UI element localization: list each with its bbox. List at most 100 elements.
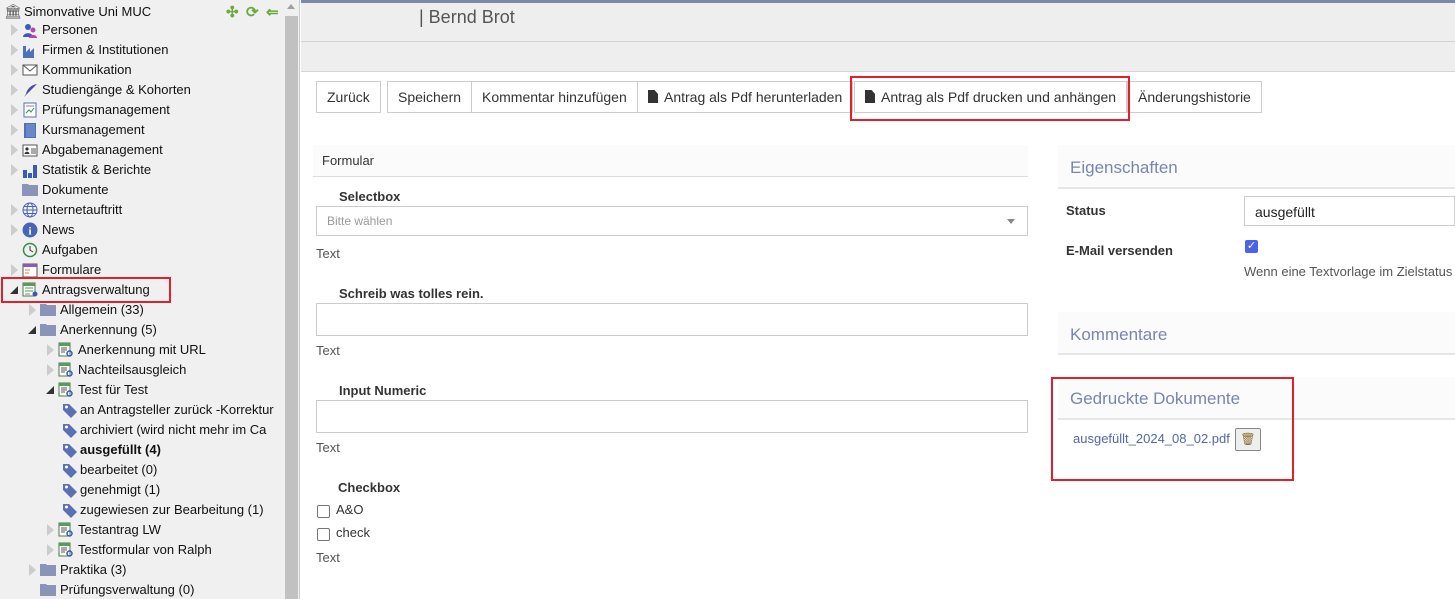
exam-icon	[22, 102, 38, 118]
tree-item-label: Praktika (3)	[60, 562, 127, 577]
id-card-icon	[22, 142, 38, 158]
tree-item[interactable]: Anerkennung mit URL	[0, 340, 285, 360]
tree-item[interactable]: zugewiesen zur Bearbeitung (1)	[0, 500, 285, 520]
tree-item-label: Antragsverwaltung	[42, 282, 150, 297]
tree-item[interactable]: Firmen & Institutionen	[0, 40, 285, 60]
collapsed-toggle-icon[interactable]	[46, 540, 56, 560]
history-button[interactable]: Änderungshistorie	[1127, 81, 1262, 113]
tree-item[interactable]: i News	[0, 220, 285, 240]
download-pdf-button[interactable]: Antrag als Pdf herunterladen	[637, 81, 854, 113]
collapsed-toggle-icon[interactable]	[46, 360, 56, 380]
email-hint: Wenn eine Textvorlage im Zielstatus	[1244, 264, 1453, 279]
scroll-up-icon[interactable]	[287, 4, 295, 9]
arrow-left-icon[interactable]: ⇐	[266, 5, 282, 21]
tree-item[interactable]: Testformular von Ralph	[0, 540, 285, 560]
checkbox-ao-label: A&O	[336, 502, 364, 517]
collapsed-toggle-icon[interactable]	[10, 100, 20, 120]
tree-item-label: Formulare	[42, 262, 102, 277]
checkbox-check[interactable]	[317, 528, 330, 541]
tree-item[interactable]: Prüfungsmanagement	[0, 100, 285, 120]
tree-item-label: Prüfungsverwaltung (0)	[60, 582, 195, 597]
collapsed-toggle-icon[interactable]	[10, 140, 20, 160]
collapsed-toggle-icon[interactable]	[10, 200, 20, 220]
tree-item[interactable]: Formulare	[0, 260, 285, 280]
sub-header	[301, 42, 1455, 72]
collapsed-toggle-icon[interactable]	[10, 260, 20, 280]
tree-item[interactable]: Studiengänge & Kohorten	[0, 80, 285, 100]
email-checkbox[interactable]: ✓	[1245, 240, 1258, 253]
expanded-toggle-icon[interactable]	[46, 380, 56, 400]
tree-item[interactable]: Test für Test	[0, 380, 285, 400]
tree-item[interactable]: Internetauftritt	[0, 200, 285, 220]
tree-item[interactable]: Personen	[0, 20, 285, 40]
collapsed-toggle-icon[interactable]	[10, 220, 20, 240]
folder-icon	[22, 182, 38, 198]
selectbox[interactable]: Bitte wählen	[316, 206, 1028, 236]
status-select[interactable]: ausgefüllt	[1244, 196, 1455, 226]
comments-title: Kommentare	[1070, 325, 1168, 344]
tree-item[interactable]: Nachteilsausgleich	[0, 360, 285, 380]
folder-icon	[40, 302, 56, 318]
tree-item[interactable]: Kursmanagement	[0, 120, 285, 140]
bar-chart-icon	[22, 162, 38, 178]
refresh-icon[interactable]: ⟳	[246, 5, 262, 21]
collapsed-toggle-icon[interactable]	[28, 300, 38, 320]
collapsed-toggle-icon[interactable]	[28, 560, 38, 580]
tree-item-label: Statistik & Berichte	[42, 162, 152, 177]
tree-item[interactable]: Aufgaben	[0, 240, 285, 260]
tree-item[interactable]: an Antragsteller zurück -Korrektur	[0, 400, 285, 420]
collapsed-toggle-icon[interactable]	[10, 80, 20, 100]
tree-item[interactable]: Prüfungsverwaltung (0)	[0, 580, 285, 599]
collapsed-toggle-icon[interactable]	[10, 20, 20, 40]
form-search-icon	[58, 382, 74, 398]
chevron-down-icon	[1007, 219, 1015, 224]
page-title: | Bernd Brot	[419, 7, 515, 27]
delete-file-button[interactable]: 🗑	[1235, 428, 1261, 451]
collapsed-toggle-icon[interactable]	[10, 160, 20, 180]
collapsed-toggle-icon[interactable]	[10, 40, 20, 60]
tree-item[interactable]: Allgemein (33)	[0, 300, 285, 320]
expanded-toggle-icon[interactable]	[28, 320, 38, 340]
numeric-input[interactable]	[316, 400, 1028, 433]
tree-item-label: Allgemein (33)	[60, 302, 144, 317]
tree-item[interactable]: Testantrag LW	[0, 520, 285, 540]
tree-item[interactable]: Dokumente	[0, 180, 285, 200]
form-panel-header: Formular	[313, 145, 1028, 177]
numeric-hint: Text	[316, 440, 340, 455]
tree-item[interactable]: Kommunikation	[0, 60, 285, 80]
tree-item[interactable]: bearbeitet (0)	[0, 460, 285, 480]
save-button[interactable]: Speichern	[387, 81, 473, 113]
collapsed-toggle-icon[interactable]	[46, 340, 56, 360]
collapse-all-icon[interactable]: ✣	[226, 5, 242, 21]
tree-item-label: Dokumente	[42, 182, 109, 197]
printed-file-link[interactable]: ausgefüllt_2024_08_02.pdf	[1073, 431, 1230, 446]
collapsed-toggle-icon[interactable]	[10, 60, 20, 80]
checkbox-check-label: check	[336, 525, 370, 540]
tree-item[interactable]: genehmigt (1)	[0, 480, 285, 500]
tree-item[interactable]: Antragsverwaltung	[0, 280, 285, 300]
sidebar-scrollbar-thumb[interactable]	[285, 16, 298, 599]
tree-item[interactable]: Anerkennung (5)	[0, 320, 285, 340]
tag-icon	[62, 442, 78, 458]
main-area: | Bernd Brot Zurück Speichern Kommentar …	[301, 0, 1455, 599]
globe-icon	[22, 202, 38, 218]
tree-item[interactable]: Statistik & Berichte	[0, 160, 285, 180]
tree-item-label: Testantrag LW	[78, 522, 161, 537]
tree-item-label: ausgefüllt (4)	[80, 442, 161, 457]
tree-item[interactable]: ausgefüllt (4)	[0, 440, 285, 460]
tree-item-label: Testformular von Ralph	[78, 542, 212, 557]
collapsed-toggle-icon[interactable]	[10, 120, 20, 140]
back-button[interactable]: Zurück	[316, 81, 381, 113]
tree-item[interactable]: archiviert (wird nicht mehr im Ca	[0, 420, 285, 440]
add-comment-button[interactable]: Kommentar hinzufügen	[471, 81, 638, 113]
tree-item[interactable]: Praktika (3)	[0, 560, 285, 580]
tree-item-label: Firmen & Institutionen	[42, 42, 169, 57]
collapsed-toggle-icon[interactable]	[46, 520, 56, 540]
print-pdf-button[interactable]: Antrag als Pdf drucken und anhängen	[854, 81, 1128, 113]
text-field-input[interactable]	[316, 303, 1028, 336]
content: Zurück Speichern Kommentar hinzufügen An…	[301, 72, 1455, 599]
expanded-toggle-icon[interactable]	[10, 280, 20, 300]
checkbox-ao[interactable]	[317, 505, 330, 518]
tree-item-label: Test für Test	[78, 382, 148, 397]
tree-item[interactable]: Abgabemanagement	[0, 140, 285, 160]
